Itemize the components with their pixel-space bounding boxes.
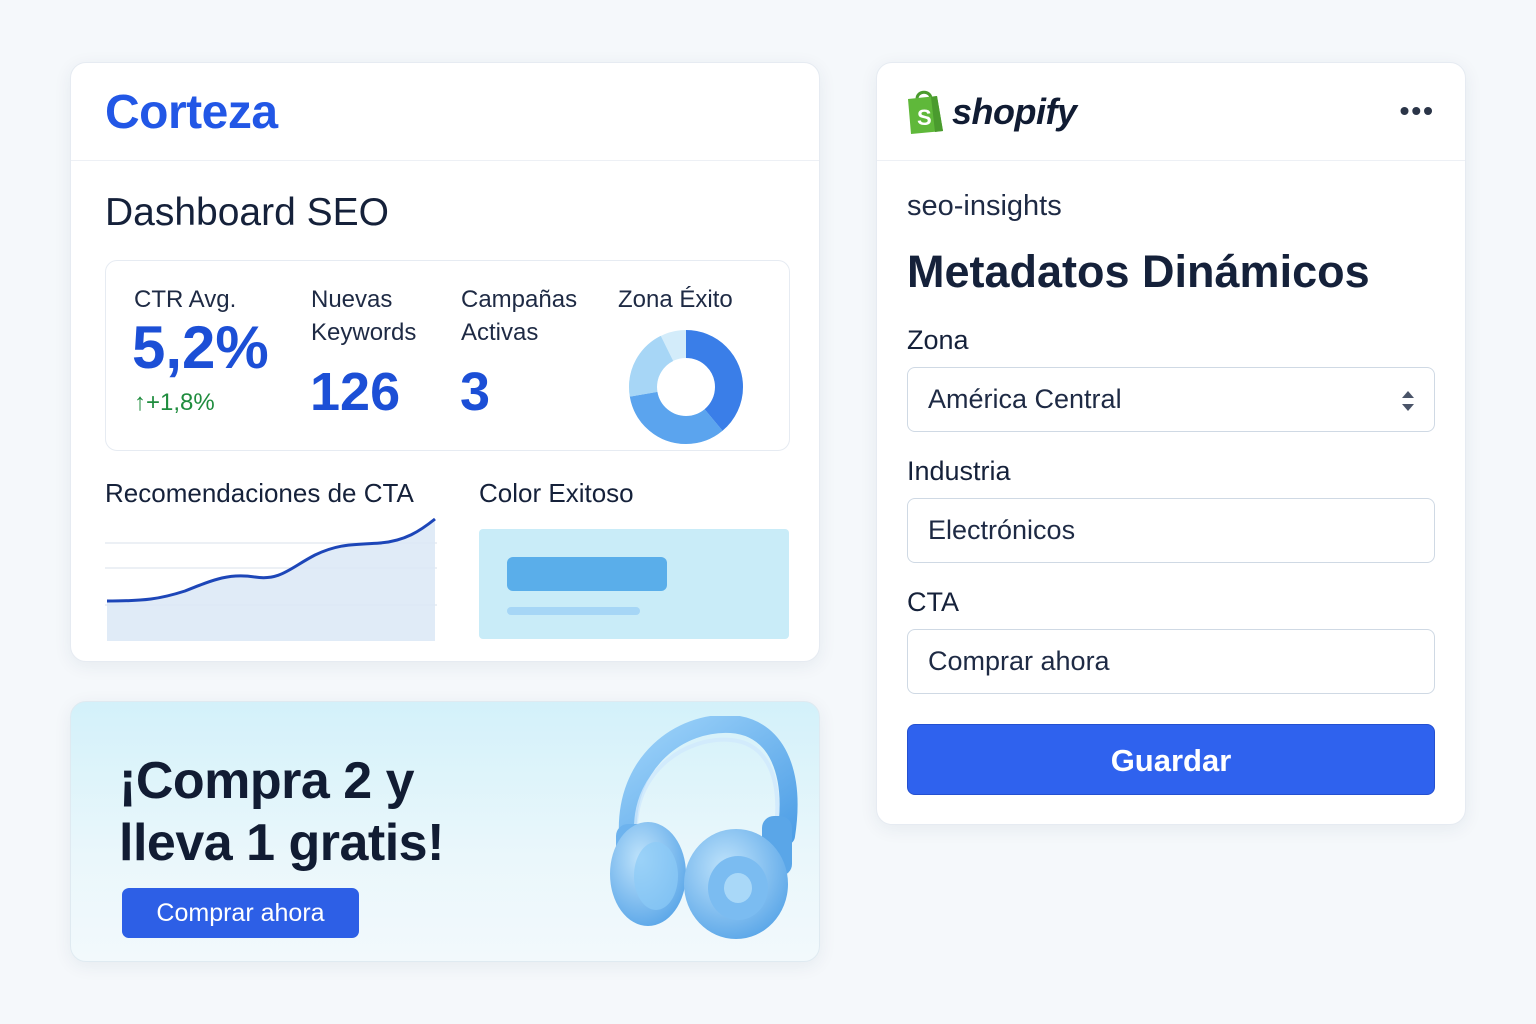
success-zone-donut-chart[interactable]	[628, 329, 744, 445]
zone-label: Zona Éxito	[618, 286, 733, 313]
promo-banner: ¡Compra 2 y lleva 1 gratis! Comprar ahor…	[70, 701, 820, 962]
shopify-wordmark: shopify	[952, 91, 1077, 132]
shopify-bag-icon[interactable]: S	[905, 87, 945, 135]
more-options-icon[interactable]: •••	[1400, 95, 1435, 127]
promo-title-line2: lleva 1 gratis!	[119, 814, 444, 872]
success-color-preview[interactable]	[479, 529, 789, 639]
promo-title-line1: ¡Compra 2 y	[119, 752, 415, 810]
seo-dashboard-card: Corteza Dashboard SEO CTR Avg. 5,2% ↑+1,…	[70, 62, 820, 662]
right-cup-logo	[724, 873, 752, 903]
chart-area-fill	[107, 519, 435, 641]
zona-select[interactable]: América Central	[907, 367, 1435, 432]
industria-label: Industria	[907, 456, 1011, 486]
select-arrows-icon	[1402, 391, 1414, 411]
campaigns-label-line1: Campañas	[461, 286, 578, 313]
corteza-logo[interactable]: Corteza	[105, 86, 278, 139]
shopify-app-card: S shopify ••• seo-insights Metadatos Din…	[876, 62, 1466, 825]
app-name: seo-insights	[907, 190, 1062, 222]
ctr-delta-value: +1,8%	[146, 389, 215, 416]
arrow-up-icon: ↑	[134, 389, 146, 416]
ctr-delta: ↑+1,8%	[134, 389, 215, 417]
cta-label: CTA	[907, 587, 959, 617]
promo-buy-now-button[interactable]: Comprar ahora	[122, 888, 359, 938]
campaigns-label-line2: Activas	[461, 319, 539, 346]
industria-field[interactable]: Electrónicos	[907, 498, 1435, 563]
keywords-label-line1: Nuevas	[311, 286, 393, 313]
color-preview-bar	[507, 557, 667, 591]
promo-title: ¡Compra 2 y lleva 1 gratis!	[119, 750, 539, 874]
left-cushion	[634, 842, 678, 910]
color-preview-line	[507, 607, 640, 615]
headphones-image	[610, 716, 798, 939]
keywords-label: Nuevas Keywords	[311, 283, 416, 349]
ctr-label: CTR Avg.	[134, 286, 237, 313]
cta-field[interactable]: Comprar ahora	[907, 629, 1435, 694]
ctr-value: 5,2%	[132, 314, 269, 381]
industria-field-value: Electrónicos	[928, 515, 1076, 545]
cta-recommendations-label: Recomendaciones de CTA	[105, 478, 414, 508]
campaigns-value: 3	[460, 362, 491, 422]
keywords-label-line2: Keywords	[311, 319, 417, 346]
save-button[interactable]: Guardar	[907, 724, 1435, 795]
zona-label: Zona	[907, 325, 969, 355]
page-title: Metadatos Dinámicos	[907, 246, 1370, 297]
color-success-label: Color Exitoso	[479, 478, 634, 508]
cta-trend-chart[interactable]	[105, 513, 437, 641]
svg-text:S: S	[917, 105, 932, 130]
keywords-value: 126	[310, 362, 401, 422]
zona-select-value: América Central	[928, 384, 1122, 414]
dashboard-title: Dashboard SEO	[105, 191, 389, 234]
campaigns-label: Campañas Activas	[461, 283, 577, 349]
stats-panel: CTR Avg. 5,2% ↑+1,8% Nuevas Keywords 126…	[105, 260, 790, 451]
dashboard-header: Corteza	[71, 63, 819, 161]
shopify-header: S shopify •••	[877, 63, 1465, 161]
cta-field-value: Comprar ahora	[928, 646, 1110, 676]
